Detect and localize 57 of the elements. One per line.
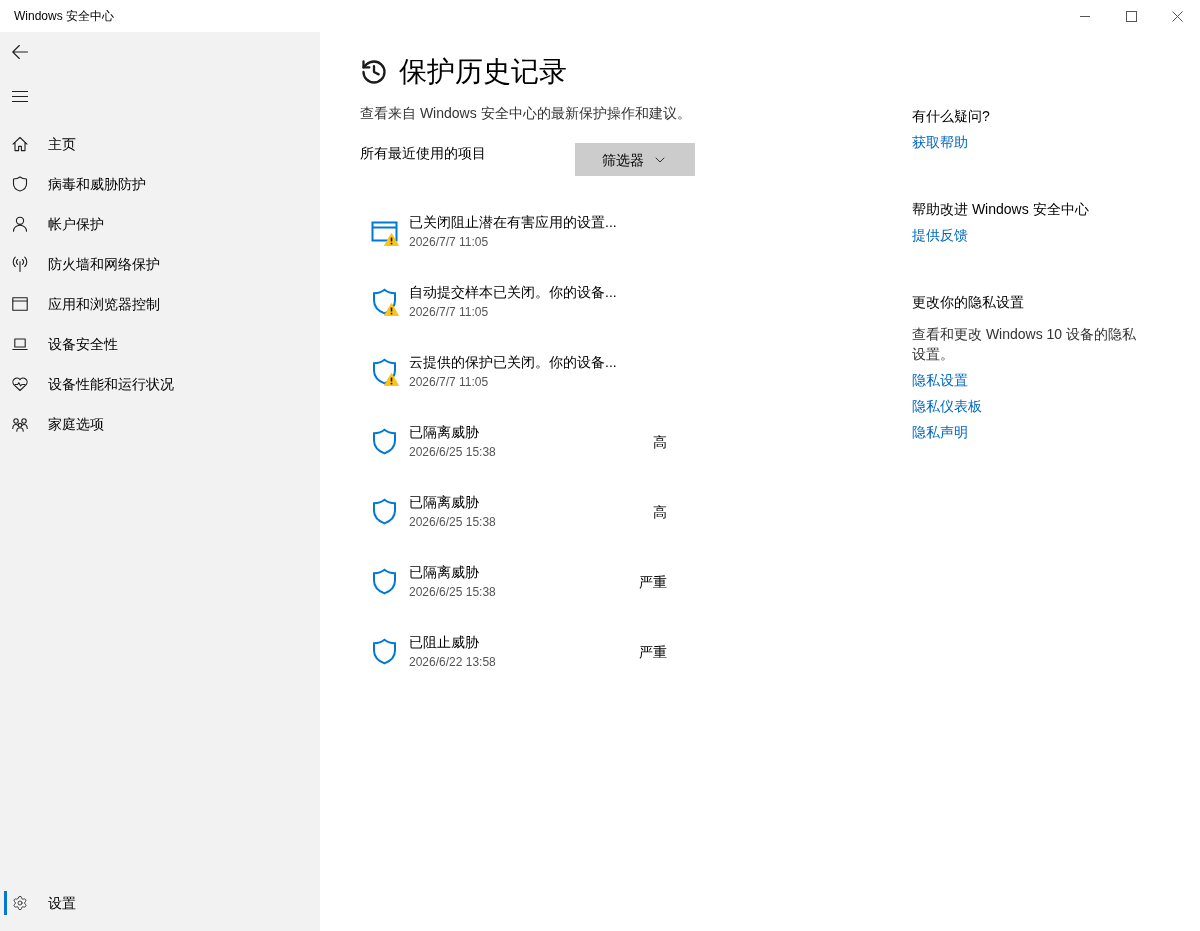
home-icon	[12, 136, 28, 152]
nav-item[interactable]: 设备性能和运行状况	[0, 364, 320, 404]
history-icon	[360, 58, 388, 86]
item-date: 2026/7/7 11:05	[409, 374, 490, 391]
back-arrow-icon[interactable]	[12, 44, 28, 60]
nav-item[interactable]: 防火墙和网络保护	[0, 244, 320, 284]
section-heading: 有什么疑问?	[912, 107, 991, 126]
family-icon	[12, 416, 28, 432]
item-date: 2026/6/25 15:38	[409, 584, 496, 601]
item-title[interactable]: 已隔离威胁	[409, 422, 496, 442]
person-icon	[12, 216, 28, 232]
section-heading: 帮助改进 Windows 安全中心	[912, 200, 1090, 219]
section-heading: 更改你的隐私设置	[912, 293, 1025, 312]
antenna-icon	[12, 256, 28, 272]
help-link[interactable]: 隐私声明	[912, 422, 968, 442]
item-title[interactable]: 已关闭阻止潜在有害应用的设置...	[409, 212, 617, 232]
item-title[interactable]: 已阻止威胁	[409, 632, 496, 652]
nav-item[interactable]: 帐户保护	[0, 204, 320, 244]
list-label: 所有最近使用的项目	[360, 144, 487, 163]
heart-pulse-icon	[12, 376, 28, 392]
help-link[interactable]: 提供反馈	[912, 225, 968, 245]
severity-label: 高	[653, 503, 668, 522]
nav-item[interactable]: 设备安全性	[0, 324, 320, 364]
item-title[interactable]: 云提供的保护已关闭。你的设备...	[409, 352, 617, 372]
page-title: 保护历史记录	[399, 55, 567, 89]
nav-item[interactable]: 应用和浏览器控制	[0, 284, 320, 324]
item-date: 2026/7/7 11:05	[409, 304, 490, 321]
severity-label: 严重	[639, 573, 668, 592]
nav-item[interactable]: 主页	[0, 124, 320, 164]
item-date: 2026/6/25 15:38	[409, 514, 496, 531]
help-link[interactable]: 隐私设置	[912, 370, 968, 390]
severity-label: 严重	[639, 643, 668, 662]
filter-button[interactable]: 筛选器	[575, 143, 695, 176]
nav-item[interactable]: 设置	[0, 883, 320, 923]
help-link[interactable]: 隐私仪表板	[912, 396, 982, 416]
item-date: 2026/6/22 13:58	[409, 654, 496, 671]
item-title[interactable]: 自动提交样本已关闭。你的设备...	[409, 282, 617, 302]
item-title[interactable]: 已隔离威胁	[409, 492, 496, 512]
nav-item[interactable]: 病毒和威胁防护	[0, 164, 320, 204]
minimize-icon[interactable]	[1080, 15, 1090, 17]
laptop-icon	[12, 336, 28, 352]
item-title[interactable]: 已隔离威胁	[409, 562, 496, 582]
page-description: 查看来自 Windows 安全中心的最新保护操作和建议。	[360, 104, 692, 123]
close-icon[interactable]	[1171, 10, 1183, 22]
item-date: 2026/7/7 11:05	[409, 234, 490, 251]
item-date: 2026/6/25 15:38	[409, 444, 496, 461]
section-text: 查看和更改 Windows 10 设备的隐私设置。	[912, 325, 1138, 364]
menu-icon[interactable]	[12, 90, 28, 102]
severity-label: 高	[653, 433, 668, 452]
maximize-icon[interactable]	[1125, 10, 1137, 22]
shield-icon	[12, 176, 28, 192]
gear-icon	[12, 895, 28, 911]
selection-indicator	[4, 891, 7, 915]
help-link[interactable]: 获取帮助	[912, 132, 968, 152]
window-title: Windows 安全中心	[13, 8, 114, 24]
window-icon	[12, 296, 28, 312]
nav-item[interactable]: 家庭选项	[0, 404, 320, 444]
